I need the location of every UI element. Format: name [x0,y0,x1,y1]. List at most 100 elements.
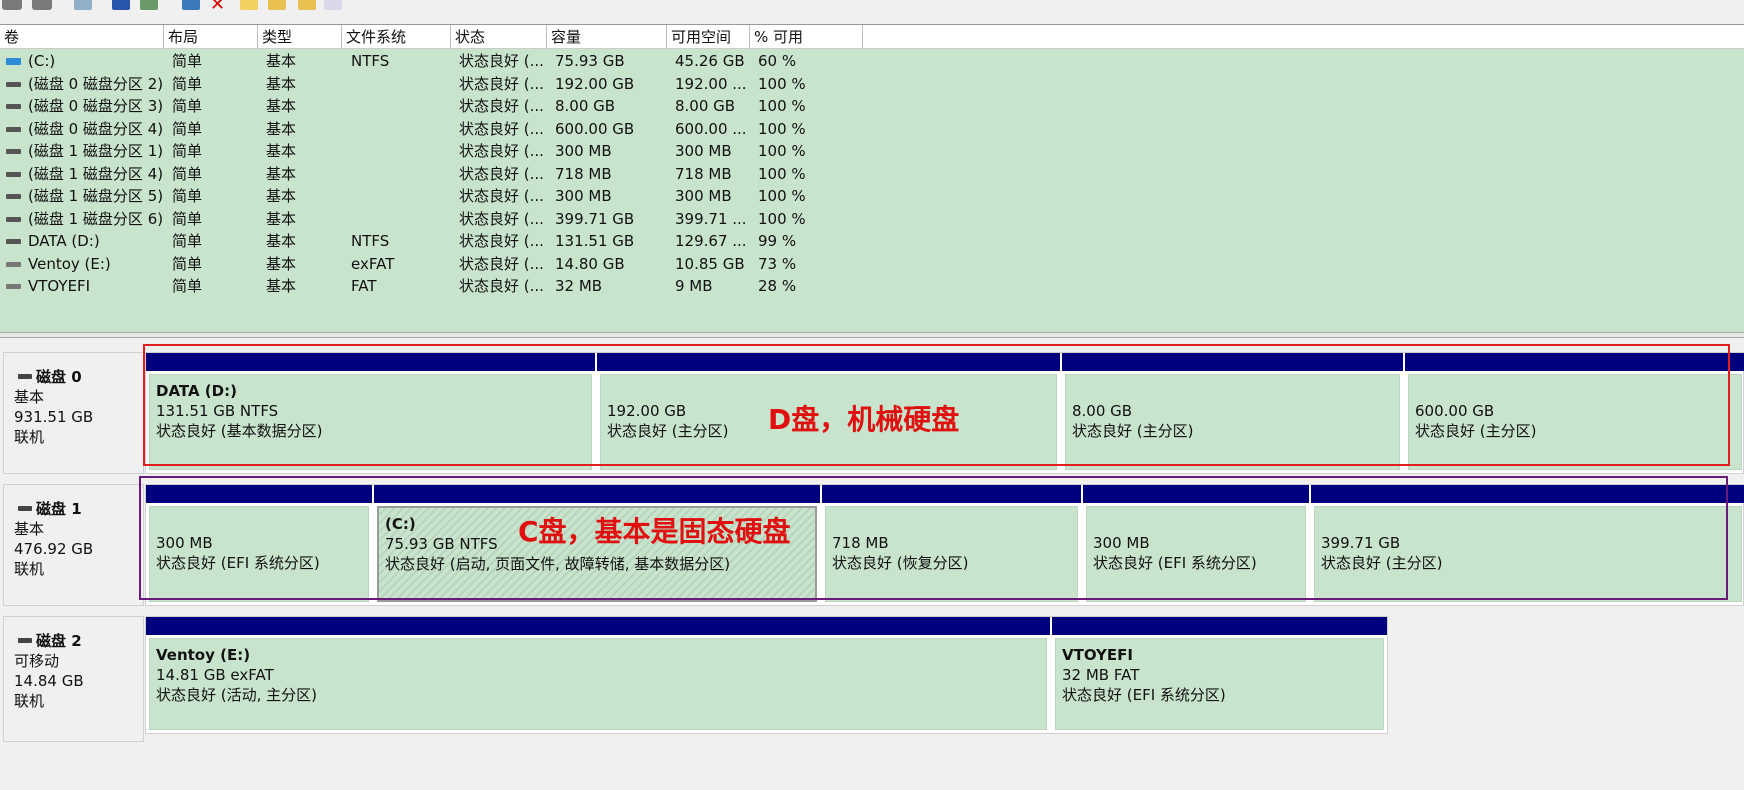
cell-capacity: 14.80 GB [555,254,625,273]
table-row[interactable]: (磁盘 1 磁盘分区 5) 简单 基本 状态良好 (... 300 MB 300 MB 10… [0,185,1744,208]
partition-status: 状态良好 (EFI 系统分区) [1062,686,1226,704]
folder-search-icon[interactable] [298,0,316,10]
partition-status: 状态良好 (启动, 页面文件, 故障转储, 基本数据分区) [385,555,731,573]
partition-bar [146,617,1050,635]
partition-disk0-3[interactable]: 8.00 GB 状态良好 (主分区) [1062,353,1405,473]
partition-bar [1405,353,1744,371]
table-row[interactable]: (磁盘 0 磁盘分区 3) 简单 基本 状态良好 (... 8.00 GB 8.00 GB… [0,95,1744,118]
volume-icon [6,239,21,244]
volume-icon [6,171,21,177]
cell-volume: DATA (D:) [28,232,100,250]
cell-percent-free: 28 % [758,277,797,295]
partition-disk1-6[interactable]: 399.71 GB 状态良好 (主分区) [1311,485,1744,605]
cell-free-space: 600.00 ... [675,119,747,138]
cell-type: 基本 [266,164,297,183]
cell-percent-free: 100 % [758,97,806,115]
partition-body: 300 MB 状态良好 (EFI 系统分区) [149,506,369,602]
column-header-capacity[interactable]: 容量 [547,25,667,49]
cell-layout: 简单 [172,74,203,93]
partition-disk2-vtoyefi[interactable]: VTOYEFI 32 MB FAT 状态良好 (EFI 系统分区) [1052,617,1387,733]
partition-name: DATA (D:) [156,382,237,400]
table-row[interactable]: (磁盘 1 磁盘分区 6) 简单 基本 状态良好 (... 399.71 GB 399.7… [0,208,1744,231]
properties-icon[interactable] [112,0,130,10]
table-row[interactable]: (磁盘 1 磁盘分区 4) 简单 基本 状态良好 (... 718 MB 718 MB 10… [0,163,1744,186]
column-header-percent-free[interactable]: % 可用 [750,25,863,49]
column-header-volume[interactable]: 卷 [0,25,164,49]
cell-capacity: 300 MB [555,142,612,160]
toolbar: ✕ [0,0,1744,14]
cell-filesystem [351,208,451,230]
annotation-text-disk0: D盘，机械硬盘 [768,403,960,436]
cell-free-space: 300 MB [675,187,732,205]
cell-filesystem [351,95,451,117]
table-row[interactable]: VTOYEFI 简单 基本 FAT 状态良好 (... 32 MB 9 MB 28 % [0,275,1744,298]
cell-status: 状态良好 (... [459,277,544,295]
help-icon[interactable] [140,0,158,10]
table-row[interactable]: (磁盘 0 磁盘分区 2) 简单 基本 状态良好 (... 192.00 GB 192.0… [0,73,1744,96]
partition-disk1-efi-2[interactable]: 300 MB 状态良好 (EFI 系统分区) [1083,485,1311,605]
checklist-icon[interactable] [240,0,258,10]
cell-type: 基本 [266,142,297,160]
partition-status: 状态良好 (主分区) [1072,422,1194,440]
cell-status: 状态良好 (... [459,52,544,70]
cell-free-space: 399.71 ... [675,209,747,228]
table-row[interactable]: Ventoy (E:) 简单 基本 exFAT 状态良好 (... 14.80 GB 10.… [0,253,1744,276]
partition-status: 状态良好 (主分区) [1321,554,1443,572]
partition-disk2-ventoy-e[interactable]: Ventoy (E:) 14.81 GB exFAT 状态良好 (活动, 主分区… [146,617,1052,733]
partition-disk1-recovery[interactable]: 718 MB 状态良好 (恢复分区) [822,485,1083,605]
cell-volume: (磁盘 1 磁盘分区 5) [28,187,162,205]
disk-0-state: 联机 [14,428,45,446]
partition-size: 8.00 GB [1072,402,1133,420]
disk-0-kind: 基本 [14,388,45,406]
partition-status: 状态良好 (主分区) [1415,422,1537,440]
partition-name: VTOYEFI [1062,646,1133,664]
show-hide-console-tree-icon[interactable] [74,0,92,10]
cell-type: 基本 [266,277,297,295]
column-header-type[interactable]: 类型 [258,25,342,49]
connect-drive-icon[interactable] [182,0,200,10]
partition-body: DATA (D:) 131.51 GB NTFS 状态良好 (基本数据分区) [149,374,592,470]
column-header-layout[interactable]: 布局 [164,25,258,49]
partition-body: 8.00 GB 状态良好 (主分区) [1065,374,1400,470]
table-row[interactable]: (磁盘 1 磁盘分区 1) 简单 基本 状态良好 (... 300 MB 300 MB 10… [0,140,1744,163]
cell-percent-free: 100 % [758,187,806,205]
disk-2-label[interactable]: 磁盘 2 可移动 14.84 GB 联机 [3,616,144,742]
column-header-status[interactable]: 状态 [451,25,547,49]
column-header-free-space[interactable]: 可用空间 [667,25,750,49]
partition-body: Ventoy (E:) 14.81 GB exFAT 状态良好 (活动, 主分区… [149,638,1047,730]
table-row[interactable]: (磁盘 0 磁盘分区 4) 简单 基本 状态良好 (... 600.00 GB 600.0… [0,118,1744,141]
cell-percent-free: 60 % [758,52,797,70]
table-row[interactable]: DATA (D:) 简单 基本 NTFS 状态良好 (... 131.51 GB 129.6… [0,230,1744,253]
partition-bar [1311,485,1744,503]
partition-disk1-efi[interactable]: 300 MB 状态良好 (EFI 系统分区) [146,485,374,605]
table-row[interactable]: (C:) 简单 基本 NTFS 状态良好 (... 75.93 GB 45.26 GB 60 … [0,50,1744,73]
cell-free-space: 192.00 ... [675,74,747,93]
cell-volume: VTOYEFI [28,277,91,295]
list-view-icon[interactable] [324,0,342,10]
forward-icon[interactable] [32,0,52,10]
cell-percent-free: 100 % [758,164,806,183]
cell-layout: 简单 [172,232,203,250]
back-icon[interactable] [2,0,22,10]
folder-up-icon[interactable] [268,0,286,10]
partition-size: 14.81 GB exFAT [156,666,274,684]
partition-disk0-4[interactable]: 600.00 GB 状态良好 (主分区) [1405,353,1744,473]
cell-volume: (磁盘 0 磁盘分区 2) [28,74,162,93]
disk-map: 磁盘 0 基本 931.51 GB 联机 DATA (D:) 131.51 GB… [0,338,1744,790]
partition-size: 131.51 GB NTFS [156,402,279,420]
partition-disk0-data-d[interactable]: DATA (D:) 131.51 GB NTFS 状态良好 (基本数据分区) [146,353,597,473]
cell-type: 基本 [266,52,297,70]
disk-0-name: 磁盘 0 [14,367,143,387]
delete-icon[interactable]: ✕ [210,0,228,14]
cell-layout: 简单 [172,52,203,70]
column-header-filesystem[interactable]: 文件系统 [342,25,451,49]
disk-0-label[interactable]: 磁盘 0 基本 931.51 GB 联机 [3,352,144,474]
cell-layout: 简单 [172,97,203,115]
cell-capacity: 300 MB [555,187,612,205]
cell-filesystem [351,73,451,95]
cell-filesystem: exFAT [351,254,395,273]
cell-capacity: 718 MB [555,164,612,183]
cell-free-space: 129.67 ... [675,232,747,250]
disk-1-label[interactable]: 磁盘 1 基本 476.92 GB 联机 [3,484,144,606]
cell-volume: (C:) [28,52,56,70]
